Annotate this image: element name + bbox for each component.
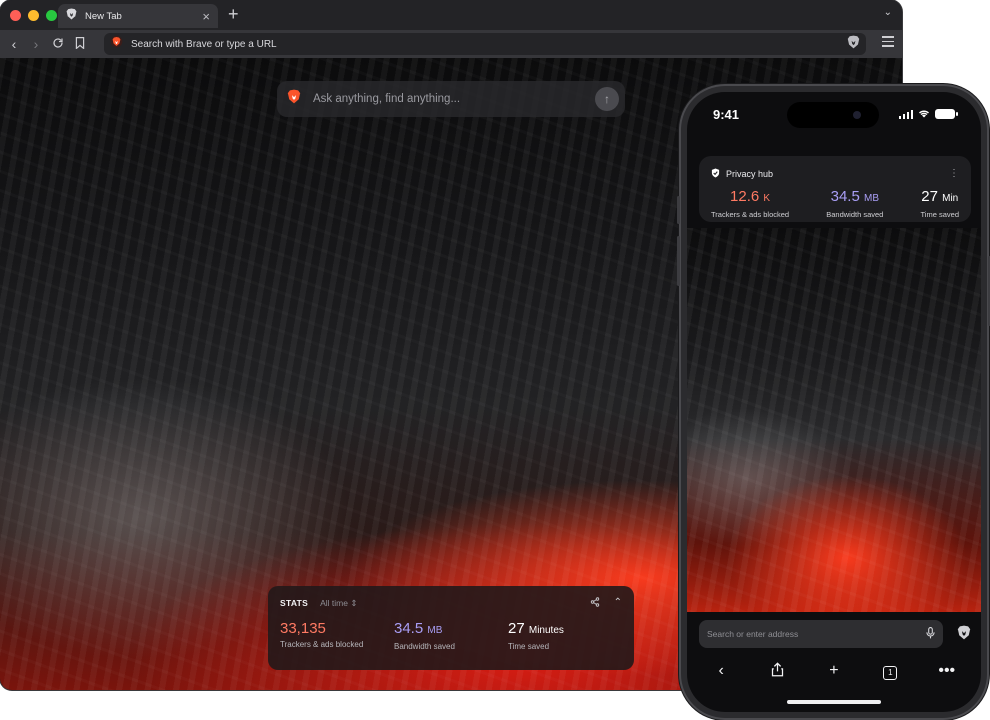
more-vertical-icon[interactable]: ⋮ [949, 169, 959, 179]
address-bar[interactable]: Search with Brave or type a URL [104, 33, 866, 55]
maximize-window-button[interactable] [46, 9, 57, 21]
share-icon[interactable] [763, 661, 793, 681]
window-controls [10, 9, 57, 21]
new-tab-button[interactable]: + [228, 5, 239, 23]
volume-up-button [677, 196, 680, 224]
address-bar-placeholder: Search with Brave or type a URL [131, 38, 277, 50]
desktop-stat-caption: Bandwidth saved [394, 642, 455, 651]
brave-search-icon [110, 35, 123, 53]
phone-stat-caption: Bandwidth saved [826, 210, 884, 219]
tab-new-tab[interactable]: New Tab × [58, 4, 218, 28]
share-icon[interactable] [590, 596, 600, 610]
dynamic-island [787, 102, 879, 128]
tab-list-chevron-icon[interactable]: ⌄ [884, 7, 892, 18]
collapse-chevron-icon[interactable]: ⌃ [614, 597, 622, 610]
tabs-button[interactable]: 1 [875, 663, 905, 680]
desktop-stat-value: 33,135 [280, 620, 326, 637]
desktop-stat-value: 27 Minutes [508, 620, 564, 637]
phone-stat-value: 34.5 MB [830, 188, 879, 205]
forward-icon[interactable]: › [25, 36, 47, 52]
desktop-stat: 34.5 MB Bandwidth saved [394, 620, 508, 651]
home-indicator [787, 700, 881, 704]
phone-background-wallpaper [687, 228, 981, 612]
brave-shields-icon[interactable] [957, 625, 971, 645]
tab-close-icon[interactable]: × [202, 10, 210, 23]
phone-screen: 9:41 Privacy hub ⋮ 12.6 K Trackers & ads … [687, 92, 981, 712]
phone-stat: 34.5 MB Bandwidth saved [826, 188, 883, 219]
close-window-button[interactable] [10, 9, 21, 21]
brave-lion-icon [66, 7, 77, 25]
tab-strip: New Tab × + ⌄ [0, 0, 902, 30]
tab-title: New Tab [85, 10, 122, 22]
stats-heading: STATS [280, 598, 309, 608]
phone-stat-caption: Trackers & ads blocked [711, 210, 790, 219]
browser-toolbar: ‹ › Search with Brave or type a URL [0, 30, 902, 58]
desktop-stat-caption: Trackers & ads blocked [280, 640, 364, 649]
minimize-window-button[interactable] [28, 9, 39, 21]
mobile-address-bar[interactable]: Search or enter address [699, 620, 943, 648]
brave-shields-icon[interactable] [847, 35, 860, 54]
menu-icon[interactable] [882, 36, 894, 50]
battery-icon [935, 109, 958, 119]
phone-stat-value: 27 Min [921, 188, 959, 205]
phone-stat-value: 12.6 K [730, 188, 771, 205]
status-bar: 9:41 [687, 92, 981, 136]
brave-logo-icon [287, 89, 301, 109]
back-icon[interactable]: ‹ [3, 36, 25, 52]
microphone-icon[interactable] [926, 626, 935, 642]
stats-widget: STATS All time ⇕ ⌃ 33,135 Trackers & ads … [268, 586, 634, 670]
ask-search-box[interactable]: Ask anything, find anything... ↑ [277, 81, 625, 117]
volume-down-button [677, 236, 680, 286]
signal-icon [898, 109, 913, 119]
desktop-stat: 27 Minutes Time saved [508, 620, 622, 651]
back-icon[interactable]: ‹ [706, 663, 736, 679]
new-tab-plus-icon[interactable]: + [819, 663, 849, 679]
desktop-stat-caption: Time saved [508, 642, 550, 651]
desktop-stat-value: 34.5 MB [394, 620, 443, 637]
bookmark-icon[interactable] [69, 36, 91, 52]
stats-range-select[interactable]: All time ⇕ [320, 598, 357, 609]
more-horizontal-icon[interactable]: ••• [932, 663, 962, 679]
mobile-phone: 9:41 Privacy hub ⋮ 12.6 K Trackers & ads … [677, 86, 990, 718]
shield-check-icon [711, 165, 720, 183]
phone-stat-caption: Time saved [920, 210, 960, 219]
submit-arrow-icon[interactable]: ↑ [595, 87, 619, 111]
phone-stat: 27 Min Time saved [921, 188, 960, 219]
ask-placeholder: Ask anything, find anything... [313, 93, 461, 105]
phone-stat: 12.6 K Trackers & ads blocked [711, 188, 789, 219]
desktop-stat: 33,135 Trackers & ads blocked [280, 620, 394, 651]
reload-icon[interactable] [47, 36, 69, 52]
address-placeholder: Search or enter address [707, 629, 799, 639]
status-time: 9:41 [713, 106, 740, 122]
privacy-hub-card[interactable]: Privacy hub ⋮ 12.6 K Trackers & ads block… [699, 156, 971, 222]
bottom-toolbar: ‹ + 1 ••• [687, 656, 981, 686]
wifi-icon [918, 109, 930, 120]
privacy-hub-title: Privacy hub [726, 169, 774, 179]
